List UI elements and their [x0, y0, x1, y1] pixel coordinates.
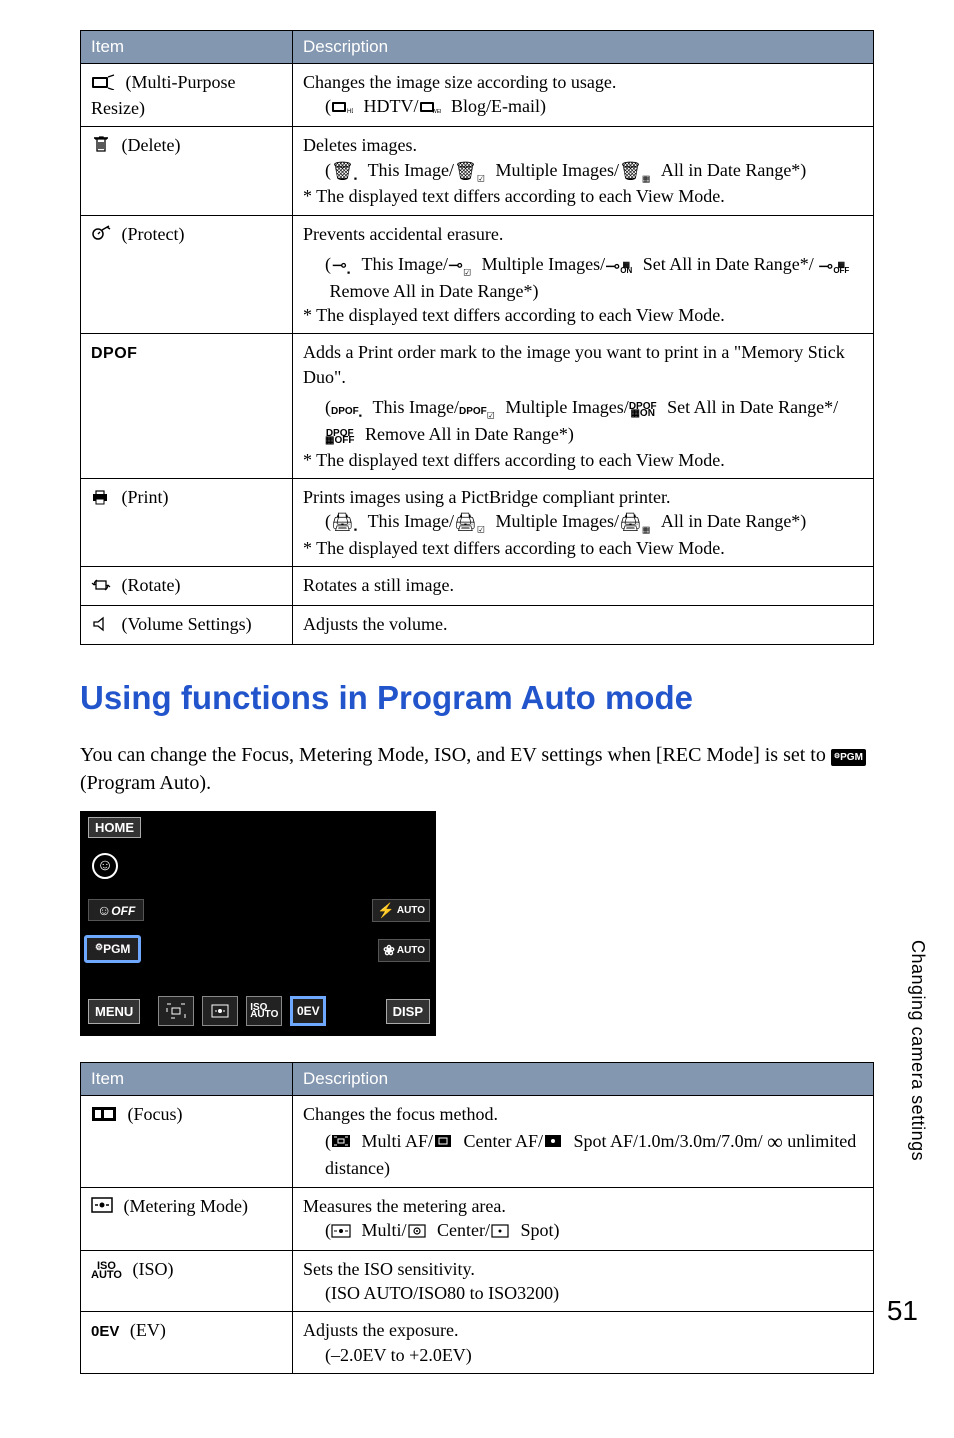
- volume-icon: [91, 614, 111, 638]
- print-multi-icon: 🖨☑: [454, 510, 485, 536]
- item-label: (Focus): [128, 1104, 183, 1124]
- iso-mode-icon: ISOAUTO: [246, 996, 282, 1026]
- dpof-seton-icon: DPOF▦ON: [629, 397, 657, 421]
- dpof-icon: DPOF: [91, 345, 137, 362]
- metering-mode-icon: [202, 996, 238, 1026]
- page-number: 51: [887, 1295, 918, 1327]
- item-label: (Rotate): [122, 575, 181, 595]
- metering-spot-icon: [490, 1220, 510, 1244]
- metering-center-icon: [407, 1220, 427, 1244]
- desc-main: Changes the focus method.: [303, 1104, 498, 1124]
- macro-auto-icon: ❀AUTO: [378, 939, 430, 962]
- spot-af-icon: [543, 1130, 563, 1154]
- item-label: (Delete): [122, 135, 181, 155]
- pgm-mode-selected-icon: ⚙PGM: [84, 935, 141, 963]
- table-row: (Print) Prints images using a PictBridge…: [81, 478, 874, 566]
- disp-button-label: DISP: [386, 999, 430, 1024]
- item-label: (Metering Mode): [124, 1196, 248, 1216]
- desc-main: Prints images using a PictBridge complia…: [303, 487, 670, 507]
- col-header-item: Item: [81, 1063, 293, 1096]
- print-icon: [91, 487, 111, 511]
- desc-main: Changes the image size according to usag…: [303, 72, 616, 92]
- protect-seton-icon: ⊸▦ON: [605, 254, 632, 278]
- table-row: (Multi-Purpose Resize) Changes the image…: [81, 64, 874, 127]
- protect-icon: [91, 223, 111, 247]
- desc-main: Measures the metering area.: [303, 1196, 506, 1216]
- protect-multi-icon: ⊸☑: [448, 253, 471, 279]
- svg-text:HD: HD: [347, 109, 353, 114]
- dpof-multi-icon: DPOF☑: [459, 396, 495, 422]
- trash-all-icon: 🗑▦: [619, 159, 650, 185]
- table-row: (Rotate) Rotates a still image.: [81, 567, 874, 606]
- trash-multi-icon: 🗑☑: [454, 159, 485, 185]
- metering-icon: [91, 1195, 113, 1219]
- desc-note: * The displayed text differs according t…: [303, 305, 725, 325]
- trash-this-icon: 🗑▪: [331, 159, 357, 185]
- focus-mode-icon: [158, 996, 194, 1026]
- desc-main: Adjusts the exposure.: [303, 1320, 458, 1340]
- pgm-mode-icon: ⚙PGM: [831, 749, 866, 766]
- dpof-this-icon: DPOF▪: [331, 396, 362, 422]
- protect-this-icon: ⊸▪: [331, 253, 351, 279]
- col-header-item: Item: [81, 31, 293, 64]
- desc-main: Rotates a still image.: [303, 575, 454, 595]
- svg-text:WEB: WEB: [432, 109, 441, 114]
- item-label: (EV): [130, 1320, 166, 1340]
- table-row: 0EV (EV) Adjusts the exposure. (–2.0EV t…: [81, 1312, 874, 1374]
- center-af-icon: [433, 1130, 453, 1154]
- playback-menu-table: Item Description (Multi-Purpose Resize) …: [80, 30, 874, 645]
- menu-button-label: MENU: [88, 999, 140, 1024]
- smile-off-icon: ☺OFF: [88, 899, 144, 921]
- table-row: (Focus) Changes the focus method. ( Mult…: [81, 1096, 874, 1187]
- table-row: DPOF Adds a Print order mark to the imag…: [81, 334, 874, 479]
- resize-icon: [91, 72, 115, 96]
- desc-main: Adjusts the volume.: [303, 614, 448, 634]
- multi-af-icon: [331, 1130, 351, 1154]
- iso-icon: ISOAUTO: [91, 1262, 122, 1279]
- print-this-icon: 🖨▪: [331, 510, 357, 536]
- program-auto-table: Item Description (Focus) Changes the foc…: [80, 1062, 874, 1374]
- dpof-setoff-icon: DPOF▦OFF: [325, 423, 354, 447]
- camera-lcd-preview: HOME ☺ ☺OFF ⚙PGM ⚡AUTO ❀AUTO MENU ISOAUT…: [80, 811, 436, 1036]
- home-button-label: HOME: [88, 817, 141, 838]
- section-tab: Changing camera settings: [907, 940, 928, 1161]
- metering-multi-icon: [331, 1220, 351, 1244]
- table-row: (Volume Settings) Adjusts the volume.: [81, 606, 874, 645]
- rotate-icon: [91, 575, 111, 599]
- item-label: (Protect): [122, 224, 185, 244]
- hdtv-icon: HD: [331, 96, 353, 120]
- print-all-icon: 🖨▦: [619, 510, 650, 536]
- focus-icon: [91, 1104, 117, 1128]
- ev-mode-icon-selected: 0EV: [290, 996, 326, 1026]
- item-label: (Print): [122, 487, 169, 507]
- intro-paragraph: You can change the Focus, Metering Mode,…: [80, 741, 874, 797]
- flash-auto-icon: ⚡AUTO: [372, 899, 430, 922]
- smile-shutter-icon: ☺: [92, 853, 118, 879]
- ev-icon: 0EV: [91, 1322, 119, 1342]
- desc-main: Deletes images.: [303, 135, 417, 155]
- trash-icon: [91, 135, 111, 159]
- desc-main: Sets the ISO sensitivity.: [303, 1259, 475, 1279]
- infinity-icon: ∞: [767, 1129, 783, 1154]
- desc-note: * The displayed text differs according t…: [303, 186, 725, 206]
- item-label: (Volume Settings): [122, 614, 252, 634]
- col-header-description: Description: [293, 1063, 874, 1096]
- web-icon: WEB: [419, 96, 441, 120]
- table-row: (Metering Mode) Measures the metering ar…: [81, 1187, 874, 1250]
- desc-main: Prevents accidental erasure.: [303, 224, 503, 244]
- desc-note: * The displayed text differs according t…: [303, 450, 725, 470]
- table-row: (Protect) Prevents accidental erasure. (…: [81, 215, 874, 334]
- desc-note: * The displayed text differs according t…: [303, 538, 725, 558]
- protect-setoff-icon: ⊸▦OFF: [818, 254, 849, 278]
- table-row: (Delete) Deletes images. (🗑▪ This Image/…: [81, 127, 874, 215]
- table-row: ISOAUTO (ISO) Sets the ISO sensitivity. …: [81, 1250, 874, 1312]
- section-heading: Using functions in Program Auto mode: [80, 679, 874, 717]
- desc-main: Adds a Print order mark to the image you…: [303, 342, 845, 386]
- col-header-description: Description: [293, 31, 874, 64]
- item-label: (ISO): [132, 1259, 173, 1279]
